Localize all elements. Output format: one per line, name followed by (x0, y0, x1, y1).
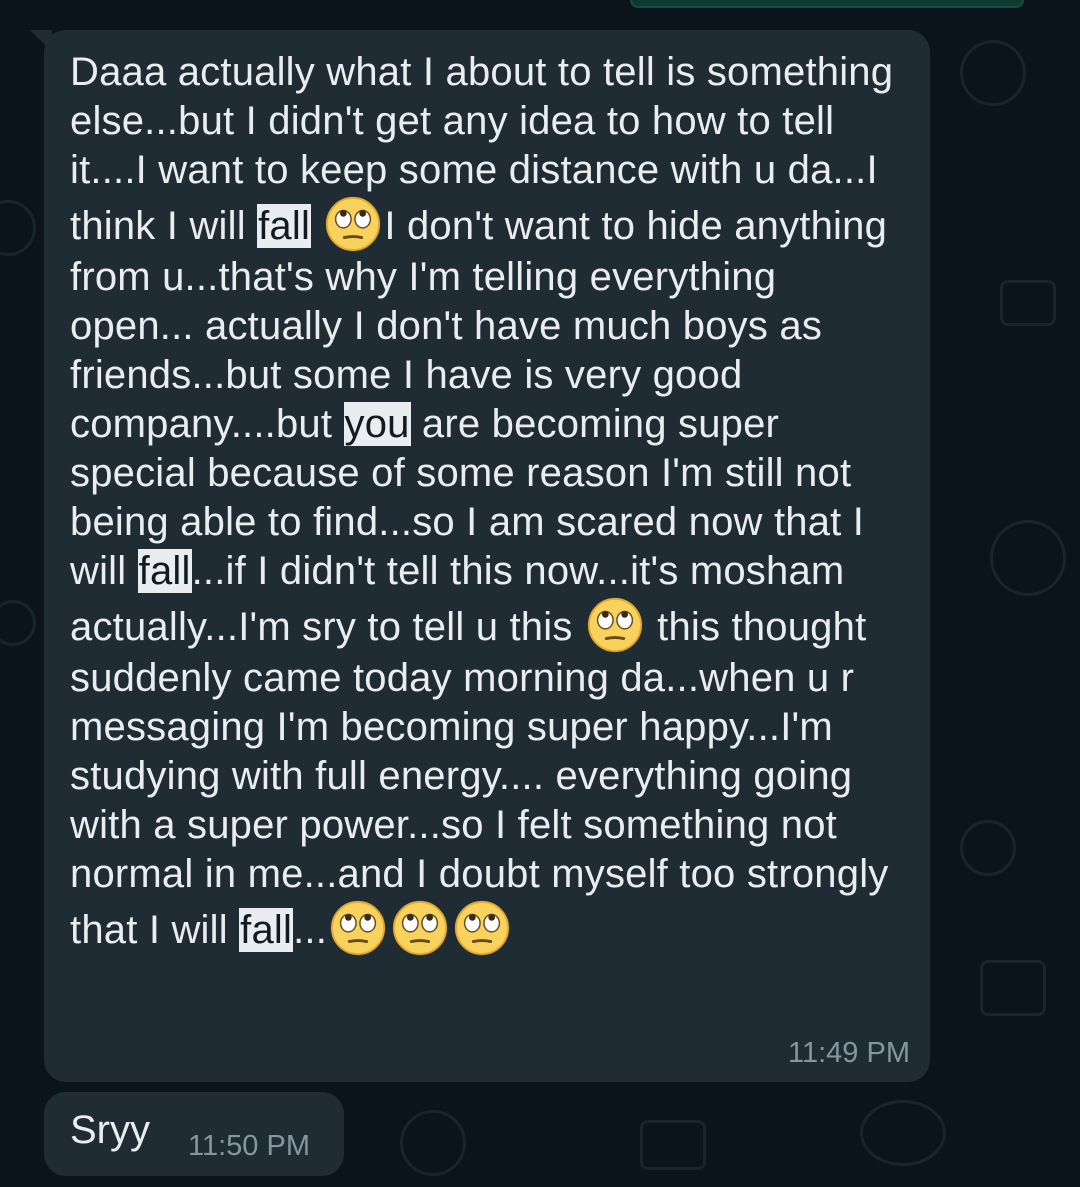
doodle-circle (0, 200, 36, 256)
face-with-rolling-eyes-icon (391, 899, 449, 957)
message-text-segment (311, 204, 322, 248)
doodle-circle (990, 520, 1066, 596)
message-timestamp: 11:50 PM (188, 1130, 310, 1162)
message-text: Daaa actually what I about to tell is so… (70, 48, 910, 957)
face-with-rolling-eyes-icon (453, 899, 511, 957)
highlighted-search-match: fall (137, 549, 192, 593)
message-timestamp: 11:49 PM (788, 1037, 910, 1069)
doodle-circle (960, 820, 1016, 876)
doodle-square (640, 1120, 706, 1170)
doodle-circle (400, 1110, 466, 1176)
doodle-square (980, 960, 1046, 1016)
doodle-circle (860, 1100, 946, 1166)
doodle-circle (0, 600, 36, 646)
face-with-rolling-eyes-icon (329, 899, 387, 957)
message-text: Sryy (70, 1108, 150, 1152)
outgoing-bubble-edge (630, 0, 1024, 8)
highlighted-search-match: fall (257, 204, 312, 248)
highlighted-search-match: fall (239, 908, 294, 952)
incoming-message-bubble[interactable]: Sryy 11:50 PM (44, 1092, 344, 1176)
face-with-rolling-eyes-icon (324, 195, 382, 253)
incoming-message-bubble[interactable]: Daaa actually what I about to tell is so… (30, 30, 930, 1082)
message-text-segment: ... (293, 908, 328, 952)
doodle-square (1000, 280, 1056, 326)
face-with-rolling-eyes-icon (586, 596, 644, 654)
doodle-circle (960, 40, 1026, 106)
highlighted-search-match: you (343, 402, 411, 446)
